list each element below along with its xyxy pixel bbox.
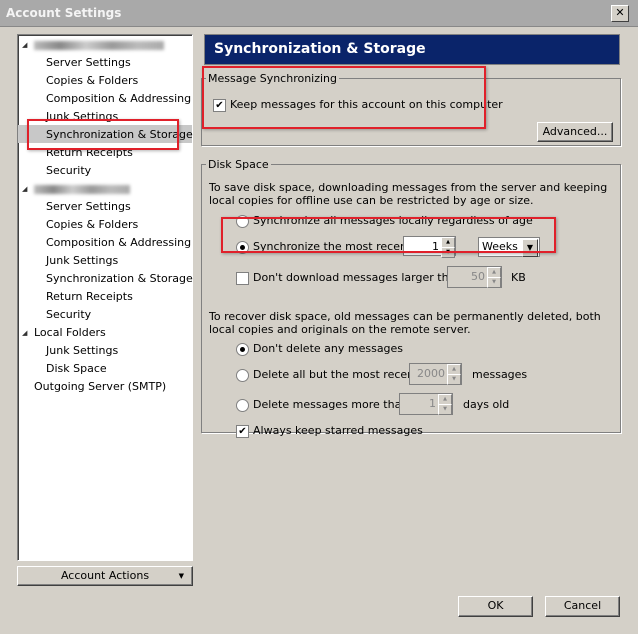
collapse-arrow-icon[interactable]: ◢ — [22, 41, 27, 49]
spin-down-icon[interactable]: ▼ — [438, 404, 452, 415]
days-unit-label: days old — [463, 398, 510, 411]
tree-item-copies-folders[interactable]: Copies & Folders — [46, 74, 138, 87]
account-actions-label: Account Actions — [60, 569, 150, 582]
collapse-arrow-icon[interactable]: ◢ — [22, 329, 27, 337]
tree-item-local-folders[interactable]: Local Folders — [34, 326, 106, 339]
disk-space-legend: Disk Space — [208, 158, 269, 171]
tree-item-sync-storage[interactable]: Synchronization & Storage — [46, 272, 193, 285]
delete-all-but-label: Delete all but the most recent — [253, 368, 419, 381]
window-title: Account Settings — [6, 6, 122, 20]
dont-delete-radio[interactable] — [236, 343, 249, 356]
spin-down-icon[interactable]: ▼ — [447, 374, 461, 385]
size-limit-checkbox[interactable] — [236, 272, 249, 285]
disk-intro-text: To save disk space, downloading messages… — [209, 181, 608, 207]
size-value: 50 — [471, 270, 485, 283]
tree-item-server-settings[interactable]: Server Settings — [46, 200, 131, 213]
tree-item-junk[interactable]: Junk Settings — [46, 254, 118, 267]
tree-item-composition[interactable]: Composition & Addressing — [46, 92, 191, 105]
collapse-arrow-icon[interactable]: ◢ — [22, 185, 27, 193]
tree-item-outgoing-server[interactable]: Outgoing Server (SMTP) — [34, 380, 166, 393]
dropdown-arrow-icon: ▼ — [178, 572, 184, 580]
tree-item-copies-folders[interactable]: Copies & Folders — [46, 218, 138, 231]
account-tree[interactable]: ◢ Server Settings Copies & Folders Compo… — [17, 34, 193, 561]
days-stepper[interactable]: 1 ▲ ▼ — [399, 393, 453, 415]
message-count-stepper[interactable]: 2000 ▲ ▼ — [409, 363, 462, 385]
close-button[interactable]: ✕ — [611, 5, 629, 22]
title-bar: Account Settings ✕ — [0, 0, 638, 27]
delete-all-but-radio[interactable] — [236, 369, 249, 382]
account-1-name[interactable] — [34, 41, 164, 50]
highlight-box — [202, 66, 486, 129]
tree-item-security[interactable]: Security — [46, 164, 91, 177]
tree-item-security[interactable]: Security — [46, 308, 91, 321]
cancel-button[interactable]: Cancel — [545, 596, 620, 617]
page-title: Synchronization & Storage — [204, 34, 620, 65]
keep-starred-label: Always keep starred messages — [253, 424, 423, 437]
ok-button[interactable]: OK — [458, 596, 533, 617]
days-value: 1 — [429, 397, 436, 410]
keep-starred-checkbox[interactable]: ✔ — [236, 425, 249, 438]
disk-space-group: Disk Space To save disk space, downloadi… — [201, 158, 621, 438]
count-value: 2000 — [417, 367, 445, 380]
dont-delete-label: Don't delete any messages — [253, 342, 404, 355]
tree-item-junk[interactable]: Junk Settings — [46, 344, 118, 357]
size-unit-label: KB — [511, 271, 526, 284]
count-unit-label: messages — [472, 368, 528, 381]
advanced-button[interactable]: Advanced... — [537, 122, 613, 142]
account-actions-button[interactable]: Account Actions ▼ — [17, 566, 193, 586]
delete-older-label: Delete messages more than — [253, 398, 409, 411]
tree-item-disk-space[interactable]: Disk Space — [46, 362, 107, 375]
spin-down-icon[interactable]: ▼ — [487, 277, 501, 288]
delete-older-radio[interactable] — [236, 399, 249, 412]
recover-text: To recover disk space, old messages can … — [209, 310, 601, 336]
highlight-box — [221, 217, 556, 253]
tree-item-return-receipts[interactable]: Return Receipts — [46, 290, 133, 303]
tree-item-composition[interactable]: Composition & Addressing — [46, 236, 191, 249]
size-limit-stepper[interactable]: 50 ▲ ▼ — [447, 266, 502, 288]
account-2-name[interactable] — [34, 185, 130, 194]
tree-item-server-settings[interactable]: Server Settings — [46, 56, 131, 69]
highlight-box — [27, 119, 179, 150]
size-limit-label: Don't download messages larger than — [253, 271, 463, 284]
